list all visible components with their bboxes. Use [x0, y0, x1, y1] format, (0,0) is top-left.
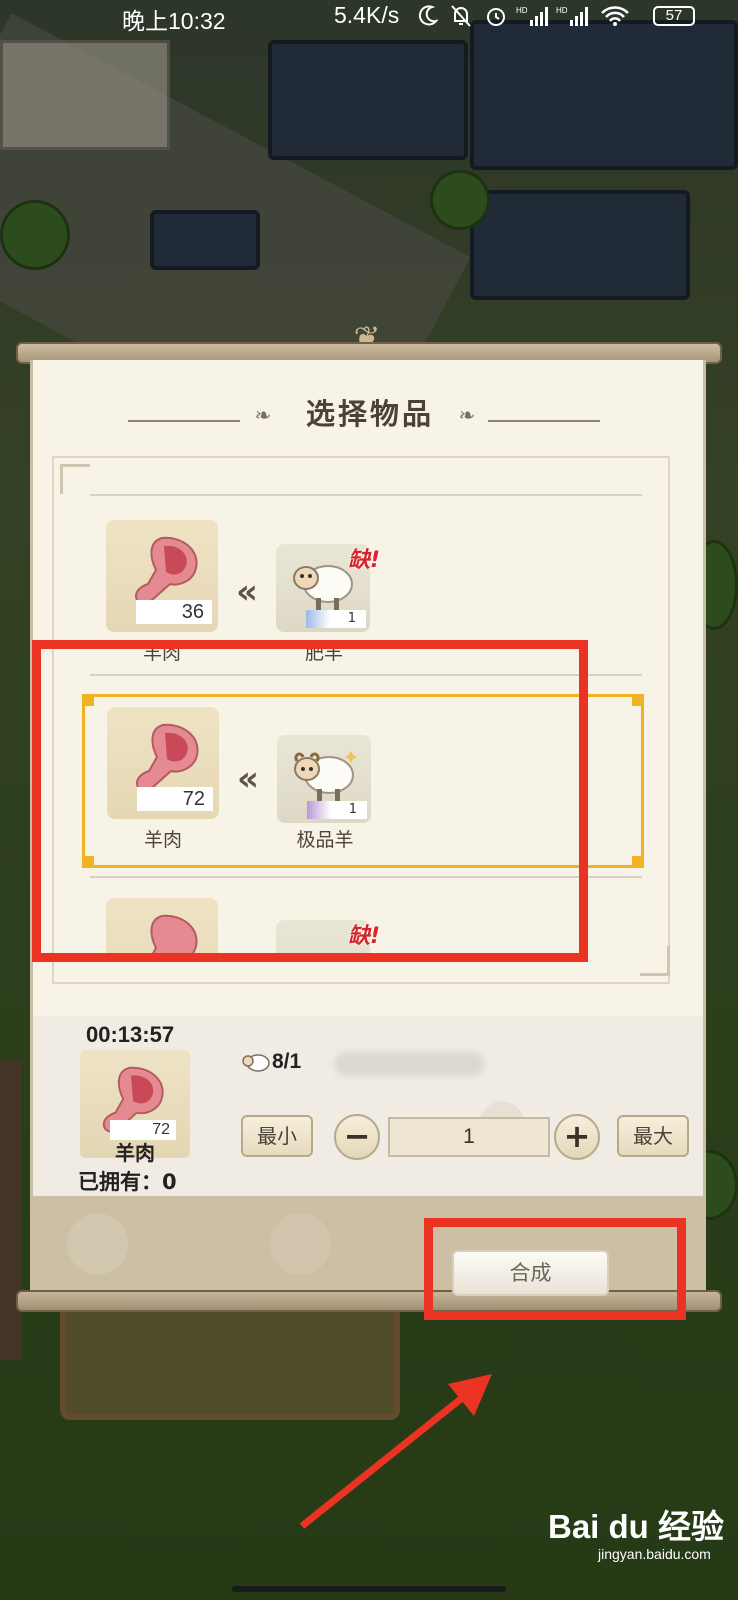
selected-product-name: 羊肉: [115, 1141, 155, 1165]
watermark-url: jingyan.baidu.com: [598, 1546, 711, 1562]
status-bar: 晚上10:32 5.4K/s HD HD 57: [0, 0, 738, 34]
blurred-text: [334, 1052, 484, 1076]
owned-count: 已拥有：0: [78, 1170, 177, 1194]
mutton-icon: [134, 536, 198, 605]
minus-button[interactable]: −: [334, 1114, 380, 1160]
dialog-title: 选择物品: [305, 397, 434, 431]
sheep-icon: [242, 1054, 270, 1072]
baidu-watermark: Bai du 经验 jingyan.baidu.com: [548, 1488, 728, 1578]
status-network-speed: 5.4K/s: [334, 2, 400, 28]
sheep-icon: [293, 565, 353, 610]
product-tile: 36: [106, 520, 218, 632]
selection-corner: [632, 856, 644, 868]
wifi-icon: [601, 6, 629, 26]
alarm-icon: [487, 8, 505, 26]
ingredient-count: 1: [306, 610, 366, 628]
panel-corner: [60, 464, 90, 494]
title-divider: [128, 420, 240, 422]
annotation-arrow-icon: [299, 1374, 492, 1529]
product-count: 36: [136, 600, 212, 624]
min-button[interactable]: 最小: [241, 1115, 313, 1157]
mute-icon: [451, 5, 471, 27]
title-ornament-icon: ❧: [458, 403, 476, 427]
panel-corner: [640, 946, 670, 976]
chevron-left-icon: «: [236, 572, 258, 612]
title-divider: [488, 420, 600, 422]
plus-button[interactable]: +: [554, 1114, 600, 1160]
signal-icon: HD: [556, 6, 588, 26]
status-time: 晚上10:32: [122, 8, 226, 34]
annotation-box-synthesize: [424, 1218, 686, 1320]
quantity-field[interactable]: 1: [388, 1117, 550, 1157]
svg-text:HD: HD: [516, 6, 528, 15]
title-ornament-icon: ❧: [254, 403, 272, 427]
svg-text:HD: HD: [556, 6, 568, 15]
row-divider: [90, 494, 642, 496]
annotation-box-selected-row: [32, 640, 588, 962]
battery-icon: 57: [653, 6, 695, 26]
max-button[interactable]: 最大: [617, 1115, 689, 1157]
selection-corner: [632, 694, 644, 706]
requirement-count: 8/1: [272, 1050, 302, 1073]
missing-badge: 缺!: [348, 548, 381, 573]
signal-icon: HD: [516, 6, 548, 26]
home-indicator[interactable]: [232, 1586, 506, 1592]
moon-icon: [418, 5, 438, 26]
watermark-logo: Bai du 经验: [548, 1508, 725, 1545]
craft-timer: 00:13:57: [86, 1022, 175, 1047]
